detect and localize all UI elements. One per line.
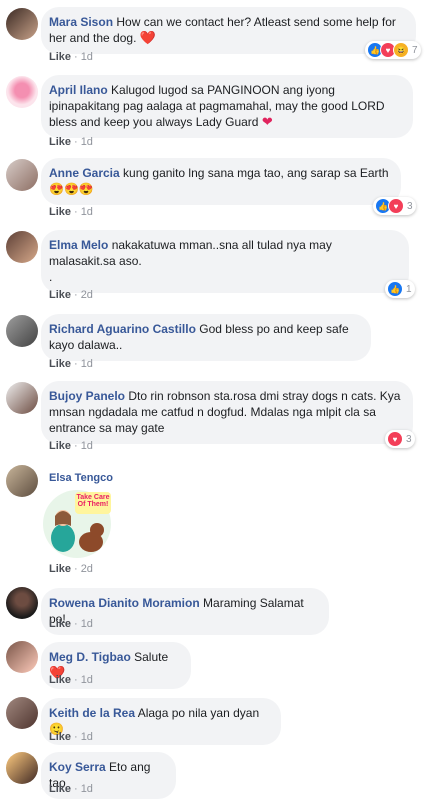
reaction-count: 1 [406,283,412,295]
avatar[interactable] [6,587,38,619]
love-reaction-icon: ♥ [388,198,404,214]
comment-actions: Like · 1d [49,783,93,795]
comment-actions: Like · 1d [49,136,93,148]
reaction-count: 3 [406,433,412,445]
comment-text: Salute [134,650,169,664]
timestamp[interactable]: 1d [81,358,93,370]
comment-actions: Like · 1d [49,358,93,370]
commenter-name[interactable]: Richard Aguarino Castillo [49,322,196,336]
commenter-name[interactable]: April Ilano [49,83,108,97]
comment-bubble: Bujoy Panelo Dto rin robnson sta.rosa dm… [41,381,413,444]
comment-bubble: Richard Aguarino Castillo God bless po a… [41,314,371,361]
timestamp[interactable]: 1d [81,136,93,148]
avatar[interactable] [6,159,38,191]
sticker[interactable]: Take Care Of Them! [41,488,113,560]
comment-actions: Like · 2d [49,289,93,301]
avatar[interactable] [6,641,38,673]
commenter-name[interactable]: Anne Garcia [49,166,120,180]
timestamp[interactable]: 1d [81,440,93,452]
comment-actions: Like · 1d [49,51,93,63]
like-reaction-icon: 👍 [387,281,403,297]
like-button[interactable]: Like [49,783,71,795]
reactions-summary[interactable]: 👍 1 [385,280,415,298]
avatar[interactable] [6,315,38,347]
heart-eyes-emoji: 😍😍😍 [49,182,94,196]
commenter-name[interactable]: Rowena Dianito Moramion [49,596,200,610]
avatar[interactable] [6,752,38,784]
comment-actions: Like · 1d [49,731,93,743]
avatar[interactable] [6,231,38,263]
commenter-name[interactable]: Meg D. Tigbao [49,650,131,664]
commenter-name-row: Elsa Tengco [49,472,113,484]
haha-reaction-icon: 😆 [393,42,409,58]
comment-bubble: Anne Garcia kung ganito lng sana mga tao… [41,158,401,205]
comment-bubble: April Ilano Kalugod lugod sa PANGINOON a… [41,75,413,138]
comment-text: Alaga po nila yan dyan [137,706,260,720]
commenter-name[interactable]: Keith de la Rea [49,706,135,720]
like-button[interactable]: Like [49,136,71,148]
comment-bubble: Elma Melo nakakatuwa mman..sna all tulad… [41,230,409,293]
like-button[interactable]: Like [49,289,71,301]
timestamp[interactable]: 1d [81,206,93,218]
avatar[interactable] [6,382,38,414]
bandaged-heart-emoji: ❤ [261,114,273,129]
commenter-name[interactable]: Koy Serra [49,760,106,774]
commenter-name[interactable]: Mara Sison [49,15,113,29]
love-reaction-icon: ♥ [387,431,403,447]
comment-actions: Like · 1d [49,674,93,686]
commenter-name[interactable]: Elsa Tengco [49,472,113,484]
commenter-name[interactable]: Elma Melo [49,238,108,252]
commenter-name[interactable]: Bujoy Panelo [49,389,125,403]
avatar[interactable] [6,465,38,497]
like-button[interactable]: Like [49,358,71,370]
timestamp[interactable]: 2d [81,289,93,301]
timestamp[interactable]: 1d [81,51,93,63]
like-button[interactable]: Like [49,674,71,686]
like-button[interactable]: Like [49,206,71,218]
avatar[interactable] [6,76,38,108]
like-button[interactable]: Like [49,618,71,630]
like-button[interactable]: Like [49,563,71,575]
reaction-count: 7 [412,44,418,56]
comment-actions: Like · 1d [49,440,93,452]
reactions-summary[interactable]: 👍 ♥ 😆 7 [365,41,421,59]
avatar[interactable] [6,697,38,729]
timestamp[interactable]: 1d [81,674,93,686]
reaction-count: 3 [407,200,413,212]
timestamp[interactable]: 1d [81,731,93,743]
reactions-summary[interactable]: 👍 ♥ 3 [373,197,416,215]
like-button[interactable]: Like [49,440,71,452]
sticker-caption: Take Care Of Them! [76,494,110,508]
timestamp[interactable]: 1d [81,783,93,795]
comment-actions: Like · 1d [49,618,93,630]
timestamp[interactable]: 2d [81,563,93,575]
comment-actions: Like · 2d [49,563,93,575]
comment-text: kung ganito lng sana mga tao, ang sarap … [123,166,389,180]
timestamp[interactable]: 1d [81,618,93,630]
like-button[interactable]: Like [49,51,71,63]
comment-text-extra: . [49,270,53,284]
reactions-summary[interactable]: ♥ 3 [385,430,415,448]
heart-emoji: ❤️ [139,30,156,45]
comment-bubble: Mara Sison How can we contact her? Atlea… [41,7,416,54]
like-button[interactable]: Like [49,731,71,743]
comment-actions: Like · 1d [49,206,93,218]
avatar[interactable] [6,8,38,40]
